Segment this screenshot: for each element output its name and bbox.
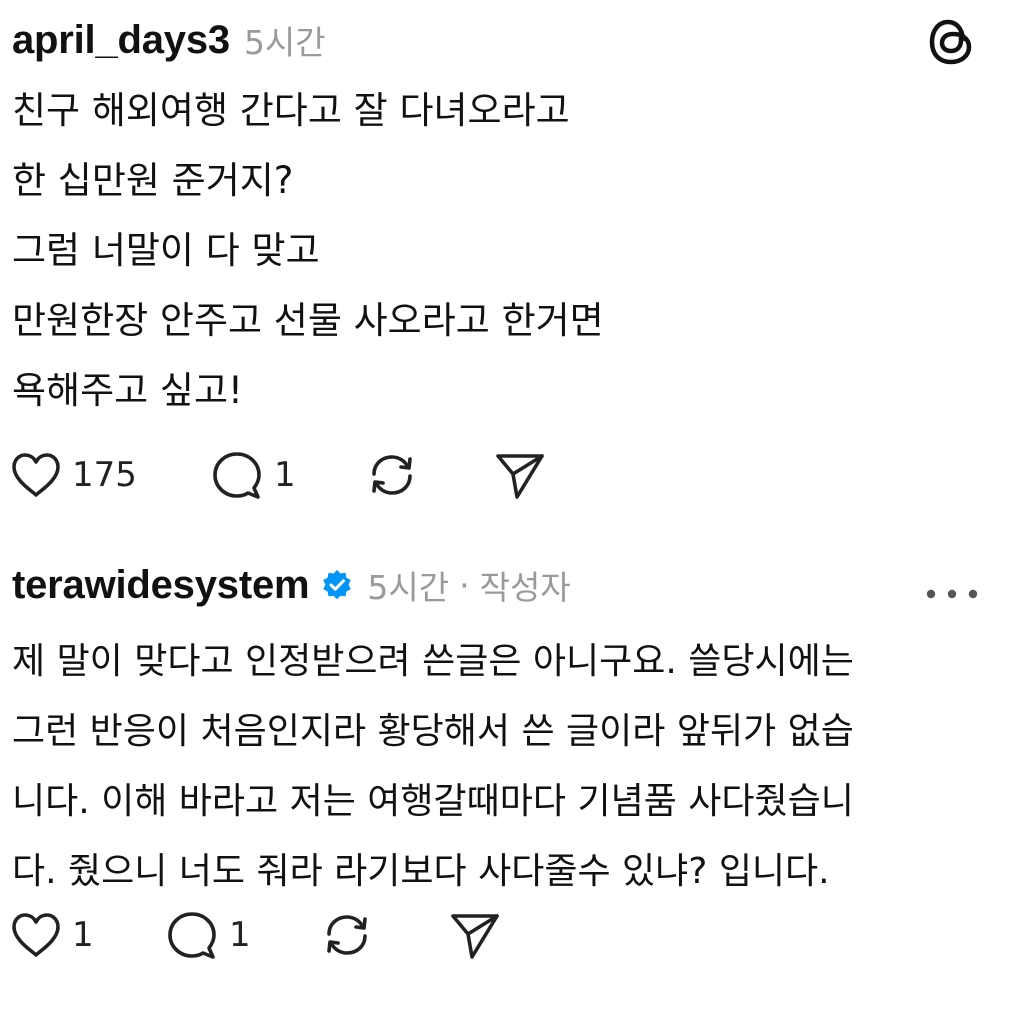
- post-text-line: 그럼 너말이 다 맞고: [12, 229, 320, 272]
- heart-icon: [12, 913, 60, 957]
- post-time: 5시간: [367, 568, 450, 607]
- like-count: 175: [72, 455, 137, 495]
- send-icon: [496, 454, 544, 499]
- verified-badge-icon: [323, 570, 352, 600]
- threads-logo-icon[interactable]: [926, 14, 976, 70]
- heart-icon: [12, 453, 60, 497]
- reply-button[interactable]: 1: [165, 905, 251, 965]
- post-header: april_days3 5시간: [12, 0, 326, 80]
- post-body: 제 말이 맞다고 인정받으려 쓴글은 아니구요. 쓸당시에는 그런 반응이 처음…: [12, 627, 1004, 907]
- post-text-line: 한 십만원 준거지?: [12, 159, 294, 202]
- like-count: 1: [72, 915, 94, 955]
- post-text-line: 제 말이 맞다고 인정받으려 쓴글은 아니구요. 쓸당시에는: [12, 641, 854, 682]
- post-text-line: 친구 해외여행 간다고 잘 다녀오라고: [12, 89, 570, 132]
- username[interactable]: terawidesystem: [12, 563, 310, 608]
- username[interactable]: april_days3: [12, 18, 230, 63]
- post-header: terawidesystem 5시간 · 작성자: [12, 545, 571, 625]
- repost-button[interactable]: [320, 905, 374, 965]
- send-icon: [451, 914, 499, 959]
- meta-separator: ·: [459, 565, 470, 605]
- like-button[interactable]: 175: [10, 445, 137, 505]
- repost-button[interactable]: [365, 445, 419, 505]
- comment-icon: [168, 912, 216, 959]
- repost-icon: [372, 455, 412, 495]
- post-time: 5시간: [243, 23, 326, 62]
- comment-icon: [213, 452, 261, 499]
- like-button[interactable]: 1: [10, 905, 94, 965]
- share-button[interactable]: [493, 445, 547, 505]
- post-text-line: 그런 반응이 처음인지라 황당해서 쓴 글이라 앞뒤가 없습: [12, 711, 854, 752]
- post-text-line: 다. 줬으니 너도 줘라 라기보다 사다줄수 있냐? 입니다.: [12, 851, 830, 892]
- post-text-line: 만원한장 안주고 선물 사오라고 한거면: [12, 299, 604, 342]
- share-button[interactable]: [448, 905, 502, 965]
- post-body: 친구 해외여행 간다고 잘 다녀오라고 한 십만원 준거지? 그럼 너말이 다 …: [12, 76, 1004, 426]
- author-tag: 작성자: [479, 568, 571, 607]
- reply-count: 1: [274, 455, 296, 495]
- repost-icon: [327, 915, 367, 955]
- reply-button[interactable]: 1: [210, 445, 296, 505]
- post-text-line: 니다. 이해 바라고 저는 여행갈때마다 기념품 사다줬습니: [12, 781, 854, 822]
- post-text-line: 욕해주고 싶고!: [12, 369, 243, 412]
- more-options-icon[interactable]: [924, 587, 980, 601]
- reply-count: 1: [229, 915, 251, 955]
